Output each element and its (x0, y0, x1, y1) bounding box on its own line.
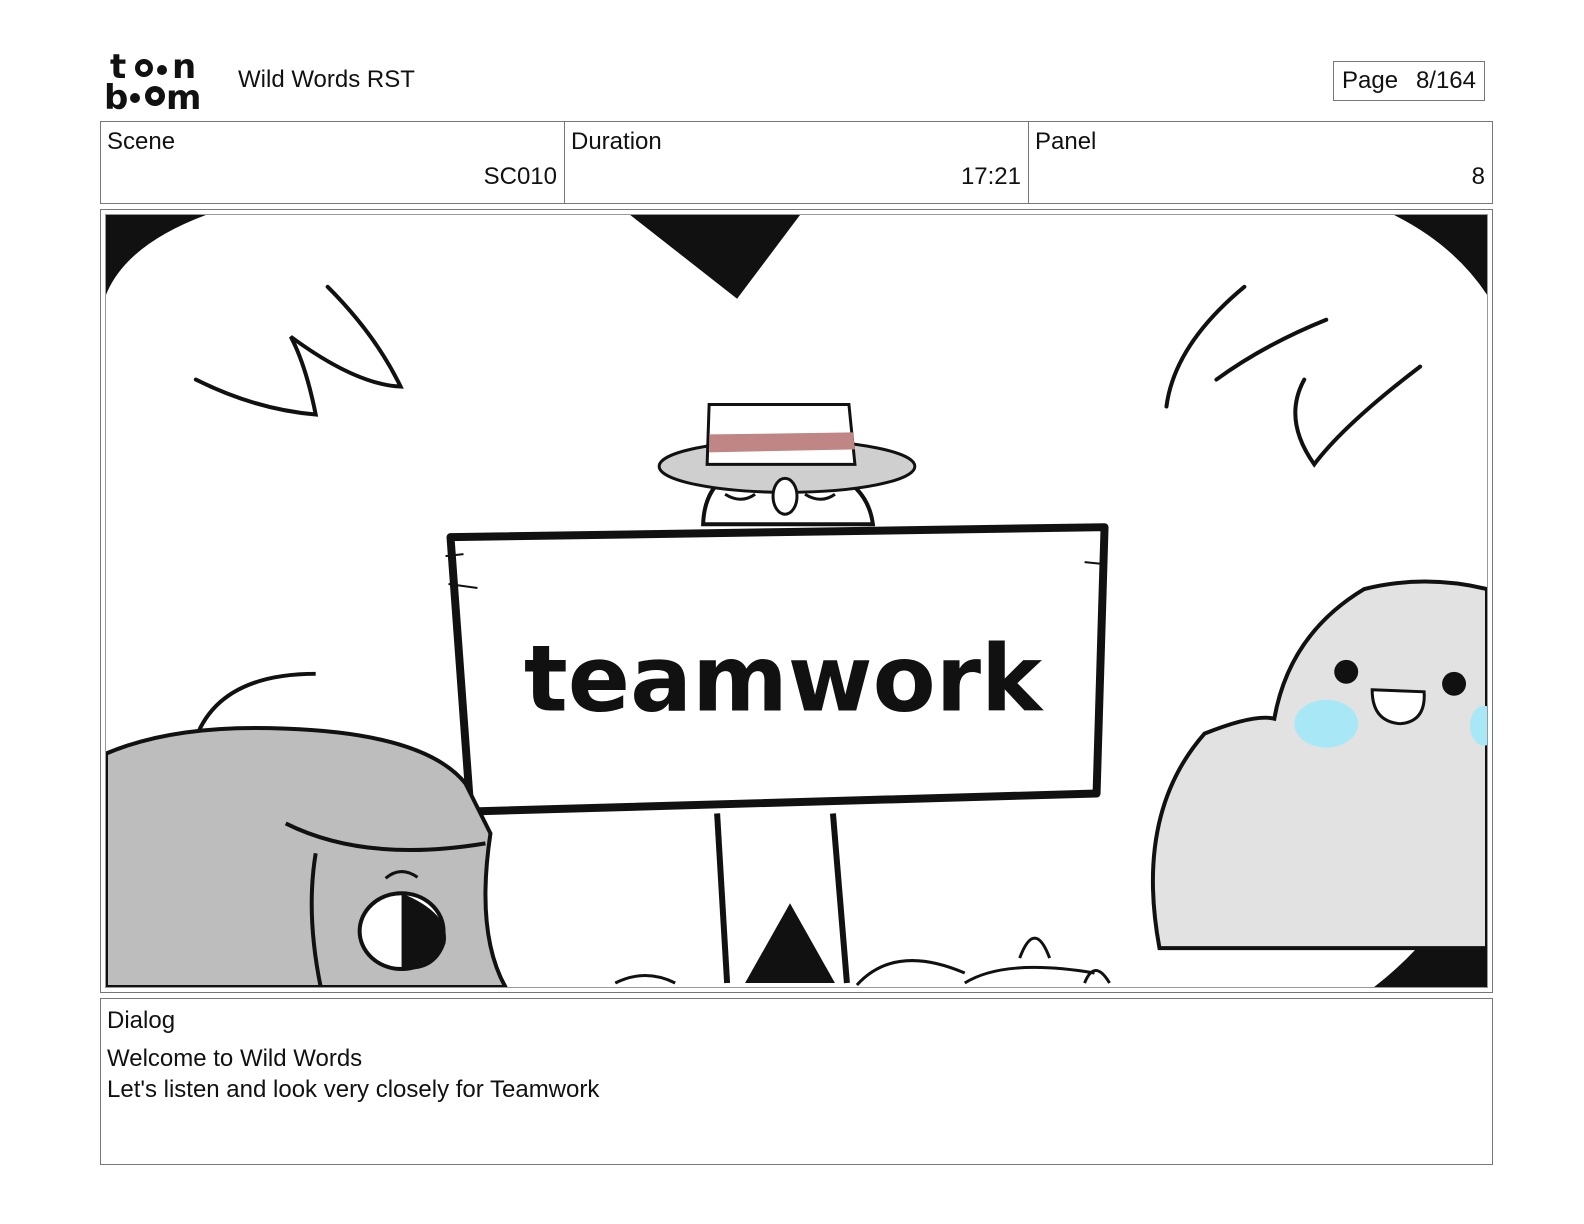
dialog-label: Dialog (107, 1007, 176, 1034)
page-value: 8/164 (1415, 67, 1476, 94)
panel-artwork: teamwork (105, 214, 1488, 988)
scene-value: SC010 (483, 163, 557, 190)
duration-value: 17:21 (960, 163, 1021, 190)
dialog-line: Welcome to Wild Words (107, 1045, 363, 1072)
ground-shapes (614, 936, 1111, 987)
scene-label: Scene (107, 128, 176, 155)
toonboom-logo: t n b m (104, 47, 216, 118)
vignette-top-left (106, 215, 206, 295)
storyboard-panel: teamwork (100, 209, 1493, 993)
vignette-top-center (630, 215, 800, 299)
dialog-line: Let's listen and look very closely for T… (107, 1076, 600, 1103)
hat-character (657, 403, 917, 527)
duration-cell: Duration 17:21 (565, 122, 1029, 203)
motion-lines-left (193, 284, 404, 417)
panel-cell: Panel 8 (1029, 122, 1492, 203)
panel-info-row: Scene SC010 Duration 17:21 Panel 8 (100, 121, 1493, 204)
project-title: Wild Words RST (238, 66, 415, 93)
right-blob-character (1150, 579, 1487, 951)
ground-spike (745, 903, 835, 984)
panel-label: Panel (1035, 128, 1097, 155)
page-indicator: Page 8/164 (1333, 61, 1485, 101)
sign-text: teamwork (524, 626, 1044, 733)
duration-label: Duration (571, 128, 662, 155)
svg-text:m: m (166, 78, 201, 112)
panel-value: 8 (1471, 163, 1485, 190)
scene-cell: Scene SC010 (101, 122, 565, 203)
dialog-box: Dialog Welcome to Wild Words Let's liste… (100, 998, 1493, 1165)
left-character (106, 671, 508, 987)
page-label: Page (1342, 67, 1399, 94)
vignette-top-right (1394, 215, 1487, 295)
svg-text:b: b (104, 78, 128, 112)
panel-drawing: teamwork (106, 215, 1487, 987)
motion-lines-right (1164, 284, 1423, 468)
dialog-lines: Welcome to Wild Words Let's listen and l… (107, 1043, 599, 1105)
